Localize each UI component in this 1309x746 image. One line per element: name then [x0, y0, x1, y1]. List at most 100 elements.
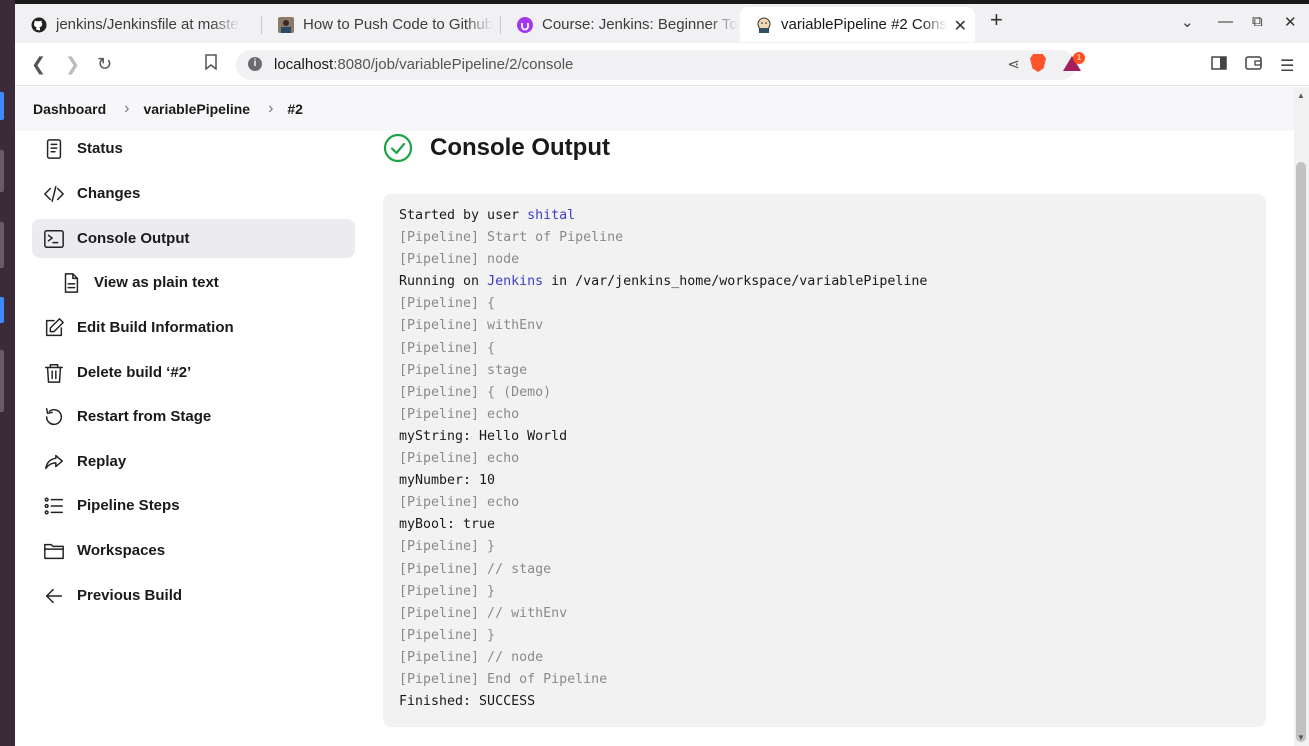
tab-title: Course: Jenkins: Beginner To — [542, 16, 738, 33]
dock-indicator — [0, 150, 4, 192]
browser-chrome: jenkins/Jenkinsfile at maste How to Push… — [15, 0, 1309, 86]
restore-icon[interactable]: ⧉ — [1252, 13, 1263, 30]
console-line: Finished: SUCCESS — [399, 694, 536, 710]
console-line: [Pipeline] // node — [399, 649, 544, 665]
address-bar[interactable]: i localhost:8080/job/variablePipeline/2/… — [236, 50, 1076, 80]
browser-tab-active[interactable]: variablePipeline #2 Cons ✕ — [740, 7, 975, 42]
console-text: Started by user — [399, 208, 528, 223]
page-title: Console Output — [430, 134, 610, 161]
sidebar-item-label: Restart from Stage — [77, 408, 212, 425]
console-lines: [Pipeline] {[Pipeline] withEnv [Pipeline]… — [399, 293, 1250, 713]
wallet-icon[interactable] — [1245, 56, 1262, 75]
restart-icon — [42, 405, 66, 429]
url-path: :8080/job/variablePipeline/2/console — [333, 56, 574, 73]
chevron-right-icon: › — [124, 100, 130, 117]
chevron-right-icon: › — [268, 100, 274, 117]
console-text: Running on — [399, 274, 488, 290]
user-link[interactable]: shital — [527, 208, 575, 223]
breadcrumb-build[interactable]: #2 — [287, 101, 303, 117]
sidebar-item-label: Console Output — [77, 230, 190, 247]
os-dock — [0, 0, 15, 746]
scroll-down-icon[interactable]: ▼ — [1297, 733, 1305, 742]
sidebar-item-replay[interactable]: Replay — [32, 442, 355, 481]
console-line: myNumber: 10 — [399, 473, 496, 489]
avatar-icon — [278, 16, 294, 33]
breadcrumb-job[interactable]: variablePipeline — [143, 101, 250, 117]
console-line: [Pipeline] Start of Pipeline — [399, 230, 624, 246]
scroll-up-icon[interactable]: ▲ — [1297, 91, 1305, 100]
success-status-icon — [383, 133, 413, 163]
sidebar-item-label: View as plain text — [94, 274, 219, 291]
sidebar-item-status[interactable]: Status — [32, 129, 355, 168]
replay-icon — [42, 450, 66, 474]
browser-tab[interactable]: Course: Jenkins: Beginner To — [501, 7, 739, 42]
sidebar-item-workspaces[interactable]: Workspaces — [32, 531, 355, 570]
url-text[interactable]: localhost:8080/job/variablePipeline/2/co… — [274, 56, 573, 73]
dock-indicator — [0, 297, 4, 323]
page-scrollbar[interactable]: ▲ ▼ — [1294, 87, 1309, 746]
console-line: [Pipeline] echo — [399, 495, 520, 511]
console-line: [Pipeline] stage — [399, 362, 528, 378]
tab-title: How to Push Code to Github — [303, 16, 494, 33]
minimize-icon[interactable]: — — [1218, 13, 1233, 30]
new-tab-button[interactable]: + — [990, 7, 1003, 33]
back-icon[interactable]: ❮ — [31, 54, 46, 75]
code-icon — [42, 182, 66, 206]
trash-icon — [42, 361, 66, 385]
share-icon[interactable]: ⋖ — [1007, 55, 1020, 73]
reload-icon[interactable]: ↻ — [97, 54, 112, 75]
sidebar-item-label: Changes — [77, 185, 141, 202]
sidebar-item-label: Workspaces — [77, 542, 166, 559]
tab-search-icon[interactable]: ⌄ — [1181, 13, 1194, 31]
breadcrumb: Dashboard › variablePipeline › #2 — [15, 87, 1294, 131]
sidebar-item-edit-build[interactable]: Edit Build Information — [32, 308, 355, 347]
console-line: [Pipeline] { — [399, 340, 496, 356]
forward-icon[interactable]: ❯ — [65, 54, 80, 75]
console-line: [Pipeline] { (Demo) — [399, 384, 552, 400]
sidebar-item-label: Previous Build — [77, 587, 183, 604]
sidebar-item-plain-text[interactable]: View as plain text — [32, 263, 355, 302]
browser-tab[interactable]: jenkins/Jenkinsfile at maste — [15, 7, 261, 42]
document-icon — [59, 271, 83, 295]
browser-tab[interactable]: How to Push Code to Github — [262, 7, 500, 42]
page-header: Console Output — [383, 131, 610, 165]
sidebar-toggle-icon[interactable] — [1211, 56, 1227, 75]
console-line: myString: Hello World — [399, 428, 568, 444]
github-icon — [31, 17, 47, 33]
sidebar-item-delete-build[interactable]: Delete build ‘#2’ — [32, 353, 355, 392]
terminal-icon — [42, 227, 66, 251]
console-line: [Pipeline] } — [399, 627, 496, 643]
navigation-bar: ❮ ❯ ↻ i localhost:8080/job/variablePipel… — [15, 43, 1309, 86]
bookmark-icon[interactable] — [205, 54, 217, 75]
status-icon — [42, 137, 66, 161]
sidebar-item-label: Replay — [77, 453, 127, 470]
sidebar-item-previous-build[interactable]: Previous Build — [32, 576, 355, 615]
site-info-icon[interactable]: i — [248, 57, 262, 71]
console-line: [Pipeline] { — [399, 296, 496, 312]
console-line: Started by user shital — [399, 205, 1250, 227]
close-tab-icon[interactable]: ✕ — [954, 16, 967, 36]
scrollbar-thumb[interactable] — [1296, 162, 1306, 742]
sidebar-item-pipeline-steps[interactable]: Pipeline Steps — [32, 486, 355, 525]
close-window-icon[interactable]: ✕ — [1284, 13, 1297, 31]
tab-strip: jenkins/Jenkinsfile at maste How to Push… — [15, 7, 1309, 43]
breadcrumb-dashboard[interactable]: Dashboard — [33, 101, 106, 117]
sidebar-item-console-output[interactable]: Console Output — [32, 219, 355, 258]
url-host: localhost — [274, 56, 334, 73]
console-output: Started by user shital [Pipeline] Start … — [383, 194, 1266, 727]
dock-indicator — [0, 222, 4, 268]
sidebar-item-restart-stage[interactable]: Restart from Stage — [32, 397, 355, 436]
menu-icon[interactable]: ☰ — [1280, 56, 1294, 76]
tab-title: variablePipeline #2 Cons — [781, 16, 947, 33]
console-line: Running on Jenkins in /var/jenkins_home/… — [399, 271, 1250, 293]
console-line: [Pipeline] echo — [399, 451, 520, 467]
rewards-badge: 1 — [1073, 52, 1085, 64]
console-line: [Pipeline] // stage — [399, 561, 552, 577]
console-line: [Pipeline] End of Pipeline — [399, 671, 608, 687]
console-text: in /var/jenkins_home/workspace/variableP… — [543, 274, 928, 290]
arrow-left-icon — [42, 584, 66, 608]
console-line: [Pipeline] } — [399, 539, 496, 555]
sidebar-item-changes[interactable]: Changes — [32, 174, 355, 213]
node-link[interactable]: Jenkins — [487, 274, 543, 289]
edit-icon — [42, 316, 66, 340]
